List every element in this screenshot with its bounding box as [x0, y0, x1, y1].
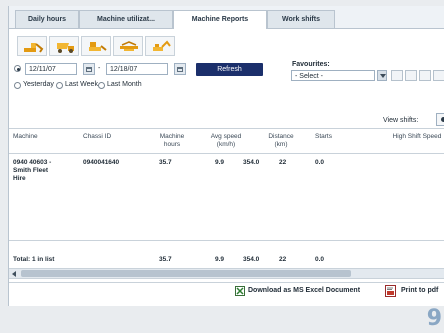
total-starts: 22 — [279, 256, 287, 263]
tab-bar: Daily hours Machine utilizat... Machine … — [9, 6, 444, 29]
cell-machine: 0940 40603 - Smith Fleet Hire — [13, 159, 52, 182]
pdf-icon[interactable] — [385, 285, 396, 297]
print-pdf-link[interactable]: Print to pdf — [401, 287, 438, 294]
col-header-distance[interactable]: Distance (km) — [263, 133, 299, 149]
crane-icon[interactable] — [113, 36, 143, 56]
edit-favourite-icon[interactable] — [405, 70, 417, 81]
date-separator: - — [98, 65, 101, 72]
machine-type-toolbar — [17, 36, 207, 56]
yesterday-radio[interactable] — [14, 82, 21, 89]
download-excel-link[interactable]: Download as MS Excel Document — [248, 287, 360, 294]
date-from-input[interactable]: 12/11/07 — [25, 63, 77, 75]
save-favourite-icon[interactable] — [391, 70, 403, 81]
calendar-to-icon[interactable] — [174, 63, 186, 75]
favourites-label: Favourites: — [292, 61, 330, 68]
cell-machine-hours: 35.7 — [159, 159, 172, 166]
col-header-machine[interactable]: Machine — [13, 133, 53, 141]
total-label: Total: 1 in list — [13, 256, 55, 263]
cell-chassi-id: 0940041640 — [83, 159, 120, 166]
view-shifts-label: View shifts: — [383, 117, 419, 124]
header-divider — [9, 153, 444, 154]
scroll-left-icon[interactable] — [12, 271, 16, 277]
date-to-input[interactable]: 12/18/07 — [106, 63, 168, 75]
cell-high-speed: 0.0 — [315, 159, 325, 166]
last-week-radio[interactable] — [56, 82, 63, 89]
loader-icon[interactable] — [81, 36, 111, 56]
view-shifts-toggle[interactable] — [436, 113, 444, 126]
chevron-down-icon[interactable] — [377, 70, 387, 81]
total-high-speed: 0.0 — [315, 256, 325, 263]
col-header-chassi-id[interactable]: Chassi ID — [83, 133, 127, 141]
yesterday-label: Yesterday — [23, 81, 54, 88]
cell-starts: 22 — [279, 159, 287, 166]
refresh-button[interactable]: Refresh — [196, 63, 263, 76]
tab-machine-utilization[interactable]: Machine utilizat... — [79, 10, 173, 28]
total-avg-speed: 9.9 — [215, 256, 225, 263]
excavator-icon[interactable] — [17, 36, 47, 56]
machine-reports-panel: Daily hours Machine utilizat... Machine … — [8, 6, 444, 306]
cell-avg-speed: 9.9 — [215, 159, 225, 166]
last-month-radio[interactable] — [98, 82, 105, 89]
grid-top-divider — [9, 128, 444, 129]
calendar-from-icon[interactable] — [83, 63, 95, 75]
page-number: 9 — [426, 306, 442, 331]
last-month-label: Last Month — [107, 81, 142, 88]
footer-divider — [9, 282, 444, 283]
digger-icon[interactable] — [145, 36, 175, 56]
tab-work-shifts[interactable]: Work shifts — [267, 10, 335, 28]
tab-daily-hours[interactable]: Daily hours — [15, 10, 79, 28]
cell-distance: 354.0 — [243, 159, 260, 166]
last-week-label: Last Week — [65, 81, 98, 88]
col-header-starts[interactable]: Starts — [315, 133, 345, 141]
total-distance: 354.0 — [243, 256, 260, 263]
tab-machine-reports[interactable]: Machine Reports — [173, 10, 267, 29]
excel-icon[interactable] — [235, 286, 245, 296]
rows-bottom-divider — [9, 240, 444, 241]
total-machine-hours: 35.7 — [159, 256, 172, 263]
col-header-machine-hours[interactable]: Machine hours — [157, 133, 187, 149]
custom-range-radio[interactable] — [14, 65, 21, 72]
info-favourite-icon[interactable] — [433, 70, 444, 81]
delete-favourite-icon[interactable] — [419, 70, 431, 81]
col-header-avg-speed[interactable]: Avg speed (km/h) — [205, 133, 247, 149]
scrollbar-thumb[interactable] — [21, 270, 351, 277]
col-header-high-shift-speed[interactable]: High Shift Speed — [389, 133, 444, 141]
dump-truck-icon[interactable] — [49, 36, 79, 56]
horizontal-scrollbar[interactable] — [9, 268, 444, 279]
favourites-select[interactable]: - Select - — [291, 70, 375, 81]
